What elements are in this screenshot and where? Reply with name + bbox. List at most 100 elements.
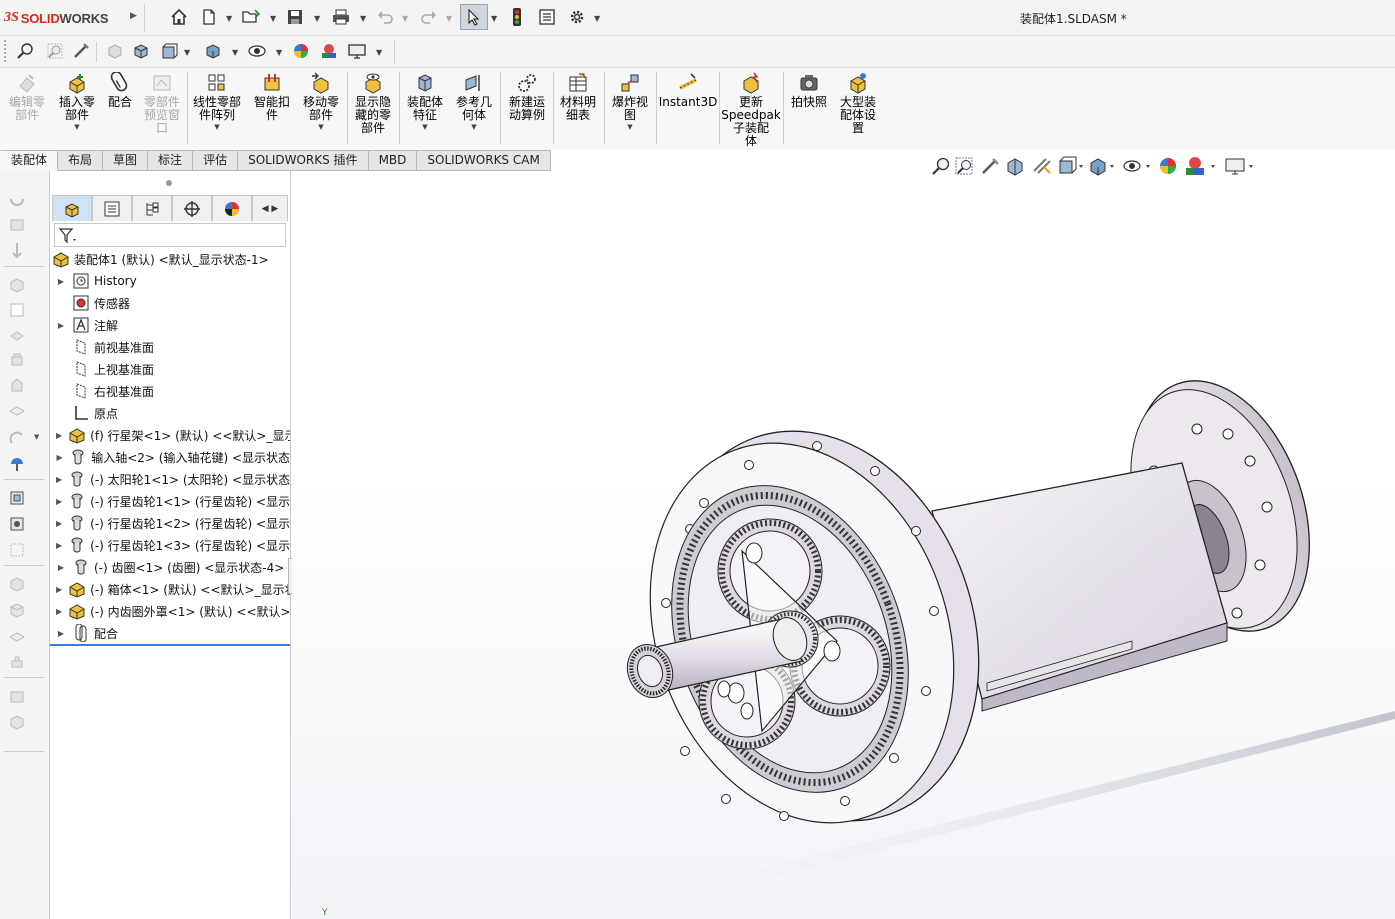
insert-component-button[interactable]: 插入零 部件 ▼ xyxy=(55,72,99,131)
display-manager-tab-icon[interactable] xyxy=(212,195,252,221)
hu-zoom-to-fit-icon[interactable] xyxy=(930,155,952,177)
assembly-features-button[interactable]: 装配体 特征 ▼ xyxy=(403,72,447,131)
feature-manager-tab-icon[interactable] xyxy=(52,195,92,221)
tree-item[interactable]: 上视基准面 xyxy=(50,358,290,380)
tree-expand-arrow-icon[interactable]: ▶ xyxy=(56,541,62,550)
hu-section-view-icon[interactable] xyxy=(1004,155,1030,177)
tree-expand-arrow-icon[interactable]: ▶ xyxy=(56,607,62,616)
tree-item[interactable]: ▶ 注解 xyxy=(50,314,290,336)
tree-root-assembly[interactable]: 装配体1 (默认) <默认_显示状态-1> xyxy=(52,248,292,270)
open-file-icon[interactable] xyxy=(240,6,262,28)
menu-expand-arrow-icon[interactable]: ▶ xyxy=(130,11,137,21)
tree-expand-arrow-icon[interactable]: ▶ xyxy=(56,629,66,638)
hu-appearance-icon[interactable] xyxy=(1156,155,1182,177)
strip-tool-icon-18[interactable] xyxy=(8,653,26,671)
tab-evaluate[interactable]: 评估 xyxy=(193,150,239,171)
print-dropdown-arrow-icon[interactable]: ▼ xyxy=(360,14,366,23)
view-orientation-icon[interactable] xyxy=(158,40,180,62)
hide-show-icon[interactable] xyxy=(246,40,268,62)
new-dropdown-arrow-icon[interactable]: ▼ xyxy=(226,14,232,23)
save-dropdown-arrow-icon[interactable]: ▼ xyxy=(314,14,320,23)
toolbar-grip[interactable] xyxy=(4,40,7,62)
zoom-area-icon[interactable] xyxy=(44,40,66,62)
strip-tool-icon-12[interactable] xyxy=(8,489,26,507)
tree-item[interactable]: ▶ 输入轴<2> (输入轴花键) <显示状态 xyxy=(50,446,290,468)
section-view-icon[interactable] xyxy=(104,40,126,62)
view-cube-icon[interactable] xyxy=(130,40,152,62)
filter-funnel-icon[interactable] xyxy=(58,227,78,245)
strip-tool-icon-5[interactable] xyxy=(8,301,26,319)
tree-item[interactable]: 前视基准面 xyxy=(50,336,290,358)
tab-layout[interactable]: 布局 xyxy=(58,150,104,171)
undo-icon[interactable] xyxy=(374,6,396,28)
tree-item[interactable]: ▶ 配合 xyxy=(50,622,290,644)
tree-item[interactable]: ▶ (-) 行星齿轮1<1> (行星齿轮) <显示 xyxy=(50,490,290,512)
home-icon[interactable] xyxy=(168,6,190,28)
tree-item[interactable]: ▶ (-) 行星齿轮1<3> (行星齿轮) <显示 xyxy=(50,534,290,556)
hu-dynamic-annotation-icon[interactable] xyxy=(1030,155,1056,177)
strip-tool-icon-4[interactable] xyxy=(8,276,26,294)
select-arrow-icon[interactable] xyxy=(460,4,488,30)
property-manager-tab-icon[interactable] xyxy=(92,195,132,221)
view-settings-dropdown-arrow-icon[interactable]: ▼ xyxy=(376,48,382,57)
mate-button[interactable]: 配合 xyxy=(104,72,136,109)
tree-item[interactable]: ▶ (-) 内齿圈外罩<1> (默认) <<默认> xyxy=(50,600,290,622)
strip-tool-icon-19[interactable] xyxy=(8,687,26,705)
hu-scene-icon[interactable] xyxy=(1182,155,1222,177)
zoom-to-fit-icon[interactable] xyxy=(14,40,36,62)
tree-item[interactable]: ▶ (-) 行星齿轮1<2> (行星齿轮) <显示 xyxy=(50,512,290,534)
file-properties-icon[interactable] xyxy=(536,6,558,28)
planetary-gearbox-model[interactable]: Y xyxy=(292,171,1395,919)
solidworks-logo[interactable]: 3S SOLIDWORKS xyxy=(4,9,109,27)
motion-study-button[interactable]: 新建运 动算例 xyxy=(504,72,550,122)
hu-hide-show-icon[interactable] xyxy=(1118,155,1156,177)
scene-icon[interactable] xyxy=(318,40,340,62)
redo-dropdown-arrow-icon[interactable]: ▼ xyxy=(446,14,452,23)
tree-item[interactable]: ▶ History xyxy=(50,270,290,292)
tree-item[interactable]: ▶ (-) 太阳轮1<1> (太阳轮) <显示状态 xyxy=(50,468,290,490)
tree-expand-arrow-icon[interactable]: ▶ xyxy=(56,585,62,594)
tab-solidworks-cam[interactable]: SOLIDWORKS CAM xyxy=(417,150,551,171)
strip-tool-icon-8[interactable] xyxy=(8,376,26,394)
tree-item[interactable]: 原点 xyxy=(50,402,290,424)
reference-geometry-dropdown-arrow-icon[interactable]: ▼ xyxy=(471,123,476,131)
tree-item[interactable]: 传感器 xyxy=(50,292,290,314)
tree-item[interactable]: 右视基准面 xyxy=(50,380,290,402)
new-file-icon[interactable] xyxy=(198,6,220,28)
exploded-view-dropdown-arrow-icon[interactable]: ▼ xyxy=(627,123,632,131)
select-dropdown-arrow-icon[interactable]: ▼ xyxy=(491,14,497,23)
undo-dropdown-arrow-icon[interactable]: ▼ xyxy=(402,14,408,23)
large-assembly-button[interactable]: 大型装 配体设 置 xyxy=(836,72,880,135)
tab-sketch[interactable]: 草图 xyxy=(103,150,149,171)
component-preview-button[interactable]: 零部件 预览窗 口 xyxy=(140,72,184,135)
options-dropdown-arrow-icon[interactable]: ▼ xyxy=(594,14,600,23)
appearance-icon[interactable] xyxy=(290,40,312,62)
tree-expand-arrow-icon[interactable]: ▶ xyxy=(56,431,62,440)
save-icon[interactable] xyxy=(284,6,306,28)
redo-icon[interactable] xyxy=(418,6,440,28)
configuration-manager-tab-icon[interactable] xyxy=(132,195,172,221)
hu-display-style-icon[interactable] xyxy=(1086,155,1118,177)
display-style-icon[interactable] xyxy=(202,40,224,62)
traffic-light-icon[interactable] xyxy=(506,6,528,28)
graphics-viewport[interactable]: Y xyxy=(292,171,1395,919)
tree-expand-arrow-icon[interactable]: ▶ xyxy=(56,519,62,528)
open-dropdown-arrow-icon[interactable]: ▼ xyxy=(270,14,276,23)
strip-tool-icon-13[interactable] xyxy=(8,515,26,533)
tree-expand-arrow-icon[interactable]: ▶ xyxy=(56,475,62,484)
linear-pattern-button[interactable]: 线性零部 件阵列 ▼ xyxy=(190,72,244,131)
bill-of-materials-button[interactable]: 材料明 细表 xyxy=(556,72,600,122)
hide-show-dropdown-arrow-icon[interactable]: ▼ xyxy=(276,48,282,57)
hu-previous-view-icon[interactable] xyxy=(978,155,1004,177)
strip-tool-icon-9[interactable] xyxy=(8,401,26,419)
strip-tool-icon-20[interactable] xyxy=(8,713,26,731)
display-dropdown-arrow-icon[interactable]: ▼ xyxy=(232,48,238,57)
hu-zoom-area-icon[interactable] xyxy=(952,155,978,177)
move-component-dropdown-arrow-icon[interactable]: ▼ xyxy=(318,123,323,131)
strip-tool-icon-16[interactable] xyxy=(8,601,26,619)
strip-tool-icon-7[interactable] xyxy=(8,351,26,369)
tab-assembly[interactable]: 装配体 xyxy=(0,150,59,171)
tab-solidworks-addins[interactable]: SOLIDWORKS 插件 xyxy=(238,150,369,171)
tree-item[interactable]: ▶ (-) 齿圈<1> (齿圈) <显示状态-4> xyxy=(50,556,290,578)
tree-expand-arrow-icon[interactable]: ▶ xyxy=(56,321,66,330)
